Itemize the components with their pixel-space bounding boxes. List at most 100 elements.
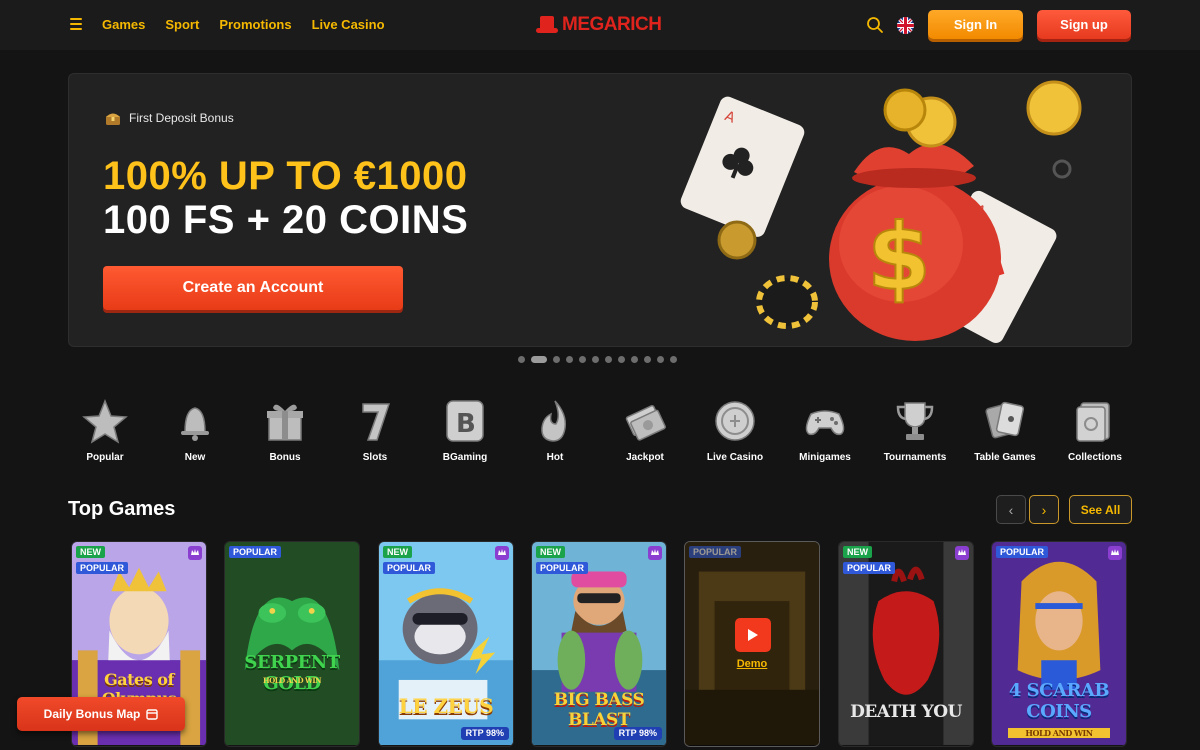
crown-icon <box>188 546 202 560</box>
uk-flag-icon[interactable] <box>897 17 914 34</box>
category-hot[interactable]: Hot <box>510 398 600 463</box>
category-live-casino[interactable]: Live Casino <box>690 398 780 463</box>
calendar-icon <box>146 709 159 720</box>
category-jackpot[interactable]: Jackpot <box>600 398 690 463</box>
carousel-prev-button[interactable]: ‹ <box>996 495 1026 524</box>
category-label: Table Games <box>974 452 1036 463</box>
treasure-chest-icon <box>106 113 120 125</box>
carousel-next-button[interactable]: › <box>1029 495 1059 524</box>
demo-link[interactable]: Demo <box>685 658 819 670</box>
hero-tag-text: First Deposit Bonus <box>129 111 234 125</box>
money-stack-icon <box>625 405 666 441</box>
nav-live-casino[interactable]: Live Casino <box>312 17 385 32</box>
category-tournaments[interactable]: Tournaments <box>870 398 960 463</box>
create-account-button[interactable]: Create an Account <box>103 266 403 310</box>
new-badge: NEW <box>536 546 565 558</box>
popular-badge: POPULAR <box>843 562 896 574</box>
bonus-map-label: Daily Bonus Map <box>43 707 141 721</box>
category-label: Minigames <box>799 452 851 463</box>
see-all-button[interactable]: See All <box>1069 495 1132 524</box>
nav-promotions[interactable]: Promotions <box>219 17 291 32</box>
bell-icon <box>181 407 209 441</box>
category-popular[interactable]: Popular <box>60 398 150 463</box>
daily-bonus-map-button[interactable]: Daily Bonus Map <box>17 697 185 731</box>
crown-icon <box>648 546 662 560</box>
new-badge: NEW <box>383 546 412 558</box>
carousel-dot[interactable] <box>518 356 525 363</box>
carousel-dot[interactable] <box>657 356 664 363</box>
category-bgaming[interactable]: B BGaming <box>420 398 510 463</box>
logo-text: MEGARICH <box>562 14 662 35</box>
crown-icon <box>1108 546 1122 560</box>
new-badge: NEW <box>843 546 872 558</box>
game-subtitle: HOLD AND WIN <box>1008 728 1110 738</box>
sign-in-button[interactable]: Sign In <box>928 10 1023 39</box>
category-minigames[interactable]: Minigames <box>780 398 870 463</box>
game-title: BIG BASS BLAST <box>553 690 645 730</box>
carousel-dot[interactable] <box>592 356 599 363</box>
top-hat-icon <box>536 16 558 34</box>
nav-sport[interactable]: Sport <box>165 17 199 32</box>
popular-badge: POPULAR <box>383 562 436 574</box>
category-label: Collections <box>1068 452 1122 463</box>
popular-badge: POPULAR <box>229 546 282 558</box>
collection-icon <box>1076 402 1110 442</box>
carousel-dot[interactable] <box>605 356 612 363</box>
carousel-pagination <box>518 356 677 363</box>
game-card-le-zeus[interactable]: LE ZEUS NEW POPULAR RTP 98% <box>378 541 514 747</box>
category-label: New <box>184 452 206 463</box>
category-new[interactable]: New <box>150 398 240 463</box>
main-nav: Games Sport Promotions Live Casino <box>102 17 385 32</box>
carousel-dot[interactable] <box>579 356 586 363</box>
category-label: BGaming <box>442 452 488 463</box>
hero-banner[interactable]: First Deposit Bonus 100% UP TO €1000 100… <box>68 73 1132 347</box>
carousel-dot[interactable] <box>618 356 625 363</box>
game-title: DEATH YOU <box>850 702 962 722</box>
game-thumbnail <box>225 542 359 745</box>
popular-badge: POPULAR <box>536 562 589 574</box>
site-logo[interactable]: MEGARICH <box>536 14 662 36</box>
sign-up-button[interactable]: Sign up <box>1037 10 1131 39</box>
category-collections[interactable]: Collections <box>1050 398 1140 463</box>
category-slots[interactable]: Slots <box>330 398 420 463</box>
gamepad-icon <box>805 410 845 436</box>
carousel-dot[interactable] <box>670 356 677 363</box>
seven-icon <box>362 403 391 441</box>
chevron-left-icon: ‹ <box>1008 501 1014 518</box>
game-card-serpent-gold[interactable]: SERPENT GOLD HOLD AND WIN POPULAR <box>224 541 360 747</box>
play-button[interactable] <box>735 618 771 652</box>
nav-games[interactable]: Games <box>102 17 145 32</box>
game-title: 4 SCARAB COINS <box>1008 680 1110 722</box>
category-label: Slots <box>362 452 388 463</box>
money-bag-illustration: A A $ <box>680 80 1082 343</box>
game-card-big-bass-blast[interactable]: BIG BASS BLAST NEW POPULAR RTP 98% <box>531 541 667 747</box>
category-bonus[interactable]: Bonus <box>240 398 330 463</box>
carousel-dot[interactable] <box>553 356 560 363</box>
category-label: Hot <box>546 452 564 463</box>
carousel-dot[interactable] <box>644 356 651 363</box>
carousel-dot[interactable] <box>631 356 638 363</box>
search-icon[interactable] <box>866 16 884 34</box>
rtp-badge: RTP 98% <box>460 727 509 740</box>
game-title: SERPENT GOLD <box>244 652 340 694</box>
rtp-badge: RTP 98% <box>613 727 662 740</box>
popular-badge: POPULAR <box>996 546 1049 558</box>
hero-subheadline: 100 FS + 20 COINS <box>103 198 469 242</box>
category-label: Bonus <box>269 452 301 463</box>
game-card-4-scarab-coins[interactable]: 4 SCARAB COINS HOLD AND WIN POPULAR <box>991 541 1127 747</box>
chevron-right-icon: › <box>1041 501 1047 518</box>
bgaming-icon: B <box>446 400 484 442</box>
game-card-death-you[interactable]: DEATH YOU NEW POPULAR <box>838 541 974 747</box>
category-table-games[interactable]: Table Games <box>960 398 1050 463</box>
trophy-icon <box>896 402 934 440</box>
hamburger-icon[interactable] <box>70 18 82 30</box>
game-card-hovered[interactable]: POPULAR Demo <box>684 541 820 747</box>
carousel-dot[interactable] <box>566 356 573 363</box>
cards-icon <box>985 401 1025 439</box>
popular-badge: POPULAR <box>76 562 129 574</box>
carousel-dot[interactable] <box>531 356 547 363</box>
category-label: Live Casino <box>706 452 764 463</box>
top-bar: Games Sport Promotions Live Casino MEGAR… <box>0 0 1200 50</box>
game-title: LE ZEUS <box>398 694 494 718</box>
crown-icon <box>955 546 969 560</box>
